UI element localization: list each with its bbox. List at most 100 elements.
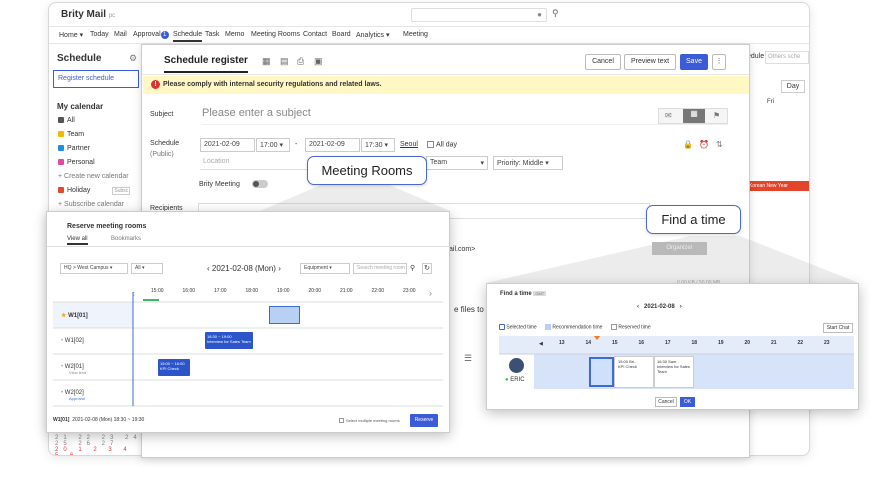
event-interview[interactable]: 18:30 ~ 19:00 Interview for Sales Team (205, 332, 253, 349)
calendar-select[interactable]: Team ▾ (426, 156, 488, 170)
refresh-icon[interactable]: ↻ (422, 263, 432, 274)
prev-hours-icon[interactable]: ‹ (132, 288, 135, 298)
multi-select-checkbox[interactable]: Select multiple meeting rooms (339, 418, 400, 424)
room-w2-02[interactable]: • W2[02] Approval (61, 390, 85, 401)
fat-event-interview[interactable]: 16:30 Sam Interview for Sales Team (654, 356, 694, 388)
template-icon[interactable]: ▤ (280, 56, 289, 67)
prev-icon[interactable]: ‹ (207, 264, 210, 273)
print-icon[interactable]: ⎙ (297, 56, 304, 67)
nav-today[interactable]: Today (90, 31, 109, 38)
prev-icon[interactable]: ‹ (637, 304, 639, 310)
nav-memo[interactable]: Memo (225, 31, 244, 38)
user-icon[interactable]: ● (537, 10, 542, 19)
room-w2-01[interactable]: • W2[01] View limit (61, 364, 86, 375)
reserve-button[interactable]: Reserve (410, 414, 438, 427)
next-icon[interactable]: › (278, 264, 281, 273)
alarm-icon[interactable]: ⏰ (699, 140, 709, 149)
allday-checkbox[interactable]: All day (427, 141, 457, 148)
nav-task[interactable]: Task (205, 31, 219, 38)
event-kpi-check[interactable]: 15:00 ~ 16:00 KPI Check (158, 359, 190, 376)
prev-hours-icon[interactable]: ◀ (539, 341, 543, 347)
checkbox-icon[interactable] (427, 141, 434, 148)
grid-icon[interactable]: ▦ (262, 56, 271, 67)
list-icon[interactable]: ☰ (464, 353, 472, 364)
ok-button[interactable]: OK (680, 397, 695, 407)
room-w1-02[interactable]: • W1[02] (61, 338, 84, 344)
nav-mail[interactable]: Mail (114, 31, 127, 38)
mail-icon[interactable]: ✉ (665, 111, 672, 120)
floor-filter[interactable]: All ▾ (131, 263, 163, 274)
nav-board[interactable]: Board (332, 31, 351, 38)
nav-home[interactable]: Home ▾ (59, 31, 83, 39)
selected-time-slot[interactable] (589, 357, 614, 387)
organizer-button[interactable]: Organizer (652, 242, 707, 255)
timezone-link[interactable]: Seoul (400, 141, 418, 148)
nav-analytics[interactable]: Analytics ▾ (356, 31, 389, 39)
brity-meeting-toggle[interactable] (252, 180, 268, 188)
end-time-select[interactable]: 17:30 ▾ (361, 138, 395, 152)
location-filter[interactable]: HQ > West Campus ▾ (60, 263, 128, 274)
fat-event-kpi[interactable]: 15:00 Bri.. KPI Check (618, 359, 637, 369)
logo[interactable]: Brity Mail pc (61, 9, 115, 20)
create-calendar-link[interactable]: + Create new calendar (58, 173, 129, 180)
next-icon[interactable]: › (680, 304, 682, 310)
calendar-item-personal[interactable]: Personal (58, 159, 95, 166)
mr-timeline-grid (53, 292, 443, 407)
save-button[interactable]: Save (680, 54, 708, 70)
nav-contact[interactable]: Contact (303, 31, 327, 38)
day-view-button[interactable]: Day (781, 80, 805, 93)
calendar-item-holiday[interactable]: Holiday Subsc (58, 187, 131, 195)
search-icon[interactable]: ⚲ (410, 264, 415, 272)
nav-approval[interactable]: Approval 1 (133, 31, 169, 39)
next-hours-icon[interactable]: › (429, 288, 432, 298)
repeat-icon[interactable]: ⇅ (716, 140, 723, 149)
gear-icon[interactable]: ⚙ (129, 53, 137, 64)
calendar-item-all[interactable]: All (58, 117, 75, 124)
nav-meeting-rooms[interactable]: Meeting Rooms (251, 31, 300, 38)
tab-bookmarks[interactable]: Bookmarks (111, 236, 141, 242)
mini-calendar[interactable]: 21 22 23 24 25 26 27 20 1 2 3 4 5 6 (55, 435, 142, 455)
calendar-item-partner[interactable]: Partner (58, 145, 90, 152)
start-date-field[interactable]: 2021-02-09 (200, 138, 255, 152)
checkbox-icon[interactable] (339, 418, 344, 424)
tab-view-all[interactable]: View all (67, 236, 88, 245)
legend-label: Reserved time (618, 324, 651, 331)
hour-label: 16 (638, 340, 645, 346)
selected-swatch (499, 324, 505, 330)
calendar-icon[interactable]: ▦ (683, 109, 705, 123)
equipment-filter[interactable]: Equipment ▾ (300, 263, 350, 274)
search-icon[interactable]: ⚲ (552, 8, 559, 19)
global-search-input[interactable]: ● (411, 8, 547, 22)
subscribe-calendar-link[interactable]: + Subscribe calendar (58, 201, 124, 208)
flag-icon[interactable]: ⚑ (713, 111, 720, 120)
room-w1-01[interactable]: ★ W1[01] (61, 312, 88, 319)
checkbox-icon[interactable] (58, 159, 64, 166)
top-bar: Brity Mail pc ● ⚲ (49, 3, 809, 27)
subscribe-tag[interactable]: Subsc (112, 187, 131, 195)
cancel-button[interactable]: Cancel (585, 54, 621, 70)
holiday-event[interactable]: Korean New Year (747, 181, 809, 191)
checkbox-icon[interactable] (58, 131, 64, 138)
checkbox-icon[interactable] (58, 187, 64, 194)
more-button[interactable]: ⋮ (712, 54, 726, 70)
nav-meeting[interactable]: Meeting (403, 31, 428, 38)
lock-icon[interactable]: 🔒 (683, 140, 693, 149)
checkbox-icon[interactable] (58, 117, 64, 124)
others-schedule-input[interactable]: Others sche (765, 51, 809, 64)
save-draft-icon[interactable]: ▣ (314, 56, 323, 67)
meeting-room-search[interactable]: Search meeting room (353, 263, 407, 274)
end-date-field[interactable]: 2021-02-09 (305, 138, 360, 152)
calendar-item-team[interactable]: Team (58, 131, 84, 138)
star-icon[interactable]: ★ (61, 313, 66, 319)
priority-select[interactable]: Priority: Middle ▾ (493, 156, 563, 170)
start-chat-button[interactable]: Start Chat (823, 323, 853, 333)
nav-schedule[interactable]: Schedule (173, 31, 203, 42)
location-input[interactable]: Location (200, 156, 310, 170)
subject-input[interactable]: Please enter a subject (202, 107, 728, 125)
checkbox-icon[interactable] (58, 145, 64, 152)
start-time-select[interactable]: 17:00 ▾ (256, 138, 290, 152)
selected-time-slot[interactable] (269, 306, 300, 324)
cancel-button[interactable]: Cancel (655, 397, 677, 407)
register-schedule-button[interactable]: Register schedule (53, 70, 139, 88)
preview-text-button[interactable]: Preview text (624, 54, 676, 70)
